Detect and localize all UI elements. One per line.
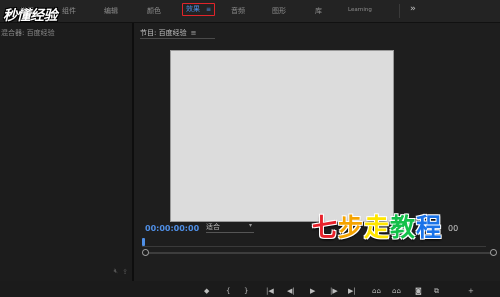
tab-color[interactable]: 颜色 [147,6,161,16]
tab-assembly[interactable]: 组件 [62,6,76,16]
tab-editing[interactable]: 编辑 [104,6,118,16]
time-ruler[interactable] [142,246,486,247]
playhead-marker[interactable] [142,238,145,246]
step-back-icon[interactable]: ◀| [287,285,295,297]
watermark-char: 程 [416,213,443,242]
zoom-scrollbar[interactable] [144,252,494,254]
tab-graphics[interactable]: 图形 [272,6,286,16]
watermark-char: 教 [390,213,417,242]
play-icon[interactable]: ▶ [310,285,315,297]
overwrite-icon[interactable]: ⌂⌂ [392,285,401,297]
export-frame-icon[interactable]: ◙ [415,285,422,297]
mark-out-icon[interactable]: } [244,285,248,297]
tab-learn[interactable]: 学习 [20,6,34,16]
tab-divider [399,4,400,18]
program-preview-canvas[interactable] [170,50,394,222]
program-title-label: 节目: 百度经验 [140,29,187,37]
mark-in-icon[interactable]: { [226,285,230,297]
step-forward-icon[interactable]: |▶ [330,285,338,297]
tab-libraries[interactable]: 库 [315,6,322,16]
panel-menu-icon[interactable]: ≡ [191,29,197,37]
zoom-scroll-end-handle[interactable] [490,249,497,256]
watermark-char: 走 [364,213,391,242]
tab-effects[interactable]: 效果 ≡ [182,3,216,16]
watermark-char: 步 [338,213,365,242]
audio-mixer-panel: 混合器: 百度经验 🔇︎ ⇪ [0,23,134,281]
mute-icon[interactable]: 🔇︎ [114,267,118,276]
tab-menu-icon[interactable]: ≡ [206,6,211,13]
chevron-down-icon: ▾ [248,222,252,229]
watermark-char: 七 [312,213,339,242]
active-panel-underline [140,38,215,39]
transport-controls: ◆ { } |◀ ◀| ▶ |▶ ▶| ⌂⌂ ⌂⌂ ◙ ⧉ + [200,285,500,297]
export-icon[interactable]: ⇪ [122,268,128,276]
watermark-text: 七步走教程 [312,208,442,244]
zoom-fit-label: 适合 [206,223,220,231]
tab-audio[interactable]: 音频 [231,6,245,16]
workspace-tabs-bar: 秒懂经验 学习 组件 编辑 颜色 效果 ≡ 音频 图形 库 Learning » [0,0,500,24]
program-monitor-title[interactable]: 节目: 百度经验 ≡ [140,28,196,38]
comparison-view-icon[interactable]: ⧉ [434,285,439,297]
go-to-out-icon[interactable]: ▶| [348,285,356,297]
button-editor-icon[interactable]: + [468,285,474,297]
add-marker-icon[interactable]: ◆ [204,285,209,297]
tab-learning[interactable]: Learning [348,7,372,13]
more-workspaces-icon[interactable]: » [410,4,416,14]
tab-effects-label: 效果 [186,5,200,13]
zoom-scroll-start-handle[interactable] [142,249,149,256]
playhead-timecode[interactable]: 00:00:00:00 [145,224,199,233]
go-to-in-icon[interactable]: |◀ [266,285,274,297]
duration-timecode: 00 [448,224,459,233]
insert-icon[interactable]: ⌂⌂ [372,285,381,297]
zoom-fit-select[interactable]: 适合 ▾ [206,222,254,233]
mixer-panel-title[interactable]: 混合器: 百度经验 [1,28,55,38]
